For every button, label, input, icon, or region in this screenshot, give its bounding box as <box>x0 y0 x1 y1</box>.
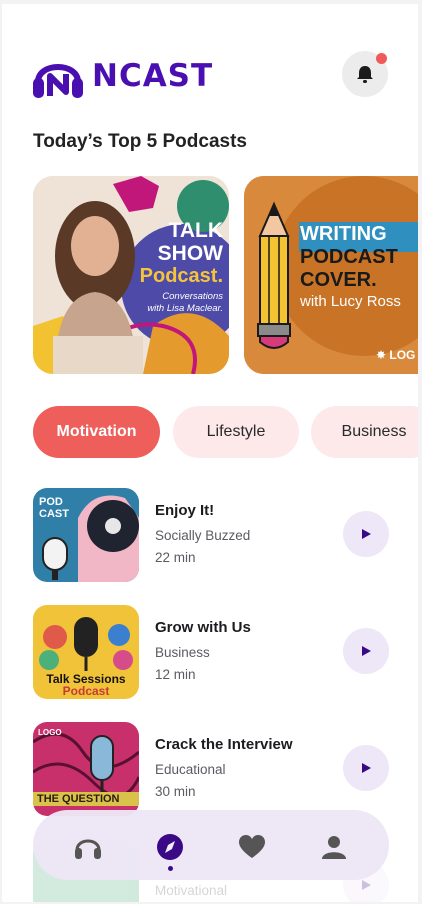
app-name: NCAST <box>92 58 214 94</box>
episode-category: Socially Buzzed <box>155 528 251 543</box>
episode-thumbnail: LOGO THE QUESTION <box>33 722 139 816</box>
episode-title: Grow with Us <box>155 619 251 636</box>
episode-title: Enjoy It! <box>155 502 215 519</box>
cover-logo-text: LOG <box>389 348 416 362</box>
thumbnail-text-line: POD <box>39 496 63 508</box>
play-icon <box>362 880 371 890</box>
compass-icon <box>157 834 183 860</box>
play-icon <box>362 529 371 539</box>
cover-line: PODCAST <box>300 246 398 268</box>
chip-lifestyle[interactable]: Lifestyle <box>173 406 299 458</box>
episode-thumbnail: POD CAST <box>33 488 139 582</box>
thumbnail-logo: LOGO <box>38 728 62 737</box>
episode-category: Educational <box>155 762 226 777</box>
cover-subline: Conversations <box>162 291 223 302</box>
user-icon <box>322 836 346 859</box>
episode-info: Enjoy It! Socially Buzzed 22 min <box>155 502 250 565</box>
episode-category: Business <box>155 645 210 660</box>
cover-subline: with Lucy Ross <box>300 293 401 310</box>
nav-profile[interactable] <box>319 832 349 862</box>
cover-subline: with Lisa Maclear. <box>147 302 223 314</box>
headphones-logo-icon <box>33 64 83 98</box>
nav-headphones[interactable] <box>73 832 103 862</box>
nav-favorites[interactable] <box>237 832 267 862</box>
app-screen: NCAST Today’s Top 5 Podcasts TALK SHOW P… <box>2 4 418 902</box>
section-title: Today’s Top 5 Podcasts <box>33 131 247 152</box>
talk-show-cover-text: TALK SHOW Podcast. Conversations with Li… <box>140 220 223 313</box>
thumbnail-text: Talk Sessions Podcast <box>33 673 139 697</box>
chip-motivation[interactable]: Motivation <box>33 406 160 458</box>
bottom-nav <box>33 810 389 880</box>
list-item[interactable]: POD CAST Enjoy It! Socially Buzzed 22 mi… <box>33 488 389 582</box>
episode-thumbnail: Talk Sessions Podcast <box>33 605 139 699</box>
heart-icon <box>239 835 265 858</box>
list-item[interactable]: Talk Sessions Podcast Grow with Us Busin… <box>33 605 389 699</box>
episode-duration: 22 min <box>155 550 196 565</box>
play-icon <box>362 763 371 773</box>
episode-duration: 30 min <box>155 784 196 799</box>
cover-line: TALK <box>168 219 223 242</box>
cover-line: SHOW <box>157 242 223 265</box>
thumbnail-text-line: Podcast <box>62 684 110 698</box>
list-item[interactable]: LOGO THE QUESTION Crack the Interview Ed… <box>33 722 389 816</box>
cover-line: WRITING <box>300 223 387 245</box>
play-icon <box>362 646 371 656</box>
thumbnail-text-line: CAST <box>39 508 69 521</box>
headphones-icon <box>75 839 101 859</box>
thumbnail-text: THE QUESTION <box>37 793 120 805</box>
cover-line: COVER. <box>300 269 377 291</box>
featured-carousel[interactable]: TALK SHOW Podcast. Conversations with Li… <box>33 176 418 376</box>
notification-badge <box>376 53 387 64</box>
featured-card-writing-podcast[interactable]: WRITING PODCAST COVER. with Lucy Ross ✸ … <box>244 176 418 374</box>
notification-button[interactable] <box>342 51 388 97</box>
app-logo: NCAST <box>32 52 213 100</box>
episode-duration: 12 min <box>155 667 196 682</box>
active-indicator <box>168 866 173 871</box>
episode-category: Motivational <box>155 883 228 898</box>
play-button[interactable] <box>343 628 389 674</box>
episode-info: Crack the Interview Educational 30 min <box>155 736 293 799</box>
nav-explore[interactable] <box>155 832 185 862</box>
writing-cover-text: WRITING PODCAST COVER. with Lucy Ross <box>300 224 401 309</box>
episode-title: Crack the Interview <box>155 736 293 753</box>
episode-info: Grow with Us Business 12 min <box>155 619 251 682</box>
chip-business[interactable]: Business <box>311 406 418 458</box>
cover-logo: ✸ LOG <box>376 348 416 362</box>
featured-card-talk-show[interactable]: TALK SHOW Podcast. Conversations with Li… <box>33 176 229 374</box>
play-button[interactable] <box>343 511 389 557</box>
bell-icon <box>357 66 373 83</box>
cover-line: Podcast. <box>139 265 223 287</box>
thumbnail-text: POD CAST <box>39 496 69 520</box>
play-button[interactable] <box>343 745 389 791</box>
